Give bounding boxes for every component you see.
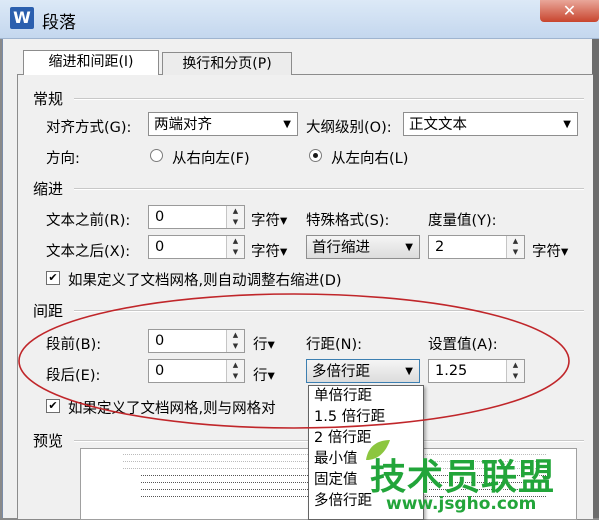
title-bar: W 段落 ✕	[0, 0, 599, 39]
app-logo-icon: W	[10, 7, 34, 29]
measure-stepper[interactable]: ▲ ▼	[506, 236, 524, 258]
ltr-label: 从左向右(L)	[331, 151, 409, 167]
rtl-radio[interactable]	[150, 149, 163, 162]
chevron-down-icon: ▼	[563, 119, 571, 130]
special-format-label: 特殊格式(S):	[306, 213, 390, 229]
dialog-title: 段落	[42, 13, 76, 33]
indent-before-input[interactable]: 0 ▲ ▼	[148, 205, 245, 229]
indent-after-input[interactable]: 0 ▲ ▼	[148, 235, 245, 259]
watermark: 技术员联盟 www.jsgho.com	[366, 440, 595, 518]
indent-after-value: 0	[155, 239, 165, 255]
outline-level-select[interactable]: 正文文本 ▼	[403, 112, 578, 136]
close-button[interactable]: ✕	[540, 0, 599, 22]
indent-before-label: 文本之前(R):	[46, 213, 131, 229]
measure-unit[interactable]: 字符▾	[532, 240, 568, 261]
annotation-ellipse	[18, 293, 570, 429]
checkmark-icon: ✔	[48, 271, 58, 284]
indent-divider	[74, 188, 584, 190]
annotation-ellipse-stroke	[18, 293, 570, 429]
indent-before-unit[interactable]: 字符▾	[251, 209, 287, 230]
outline-level-label: 大纲级别(O):	[306, 120, 392, 136]
indent-after-stepper[interactable]: ▲ ▼	[226, 236, 244, 258]
measure-label: 度量值(Y):	[428, 213, 497, 229]
chevron-down-icon: ▼	[283, 119, 291, 130]
watermark-url: www.jsgho.com	[386, 494, 537, 514]
ltr-radio[interactable]	[309, 149, 322, 162]
chevron-down-icon: ▼	[405, 242, 413, 253]
indent-before-stepper[interactable]: ▲ ▼	[226, 206, 244, 228]
background-strip	[592, 39, 599, 518]
rtl-label: 从右向左(F)	[172, 151, 250, 167]
special-format-select[interactable]: 首行缩进 ▼	[306, 235, 420, 259]
tab-indent-spacing[interactable]: 缩进和间距(I)	[23, 50, 159, 75]
measure-value: 2	[435, 239, 445, 255]
indent-section-title: 缩进	[33, 180, 64, 198]
auto-adjust-checkbox[interactable]: ✔	[46, 271, 60, 285]
alignment-label: 对齐方式(G):	[46, 120, 132, 136]
tab-line-page-break[interactable]: 换行和分页(P)	[162, 52, 292, 75]
outline-level-value: 正文文本	[409, 117, 467, 133]
indent-after-unit[interactable]: 字符▾	[251, 240, 287, 261]
general-section-title: 常规	[33, 90, 64, 108]
spin-down-icon[interactable]: ▼	[507, 247, 524, 258]
spin-down-icon[interactable]: ▼	[227, 247, 244, 258]
spin-up-icon[interactable]: ▲	[507, 236, 524, 247]
indent-after-label: 文本之后(X):	[46, 244, 131, 260]
alignment-value: 两端对齐	[154, 117, 212, 133]
spin-down-icon[interactable]: ▼	[227, 217, 244, 228]
direction-label: 方向:	[46, 151, 80, 167]
alignment-select[interactable]: 两端对齐 ▼	[148, 112, 298, 136]
measure-input[interactable]: 2 ▲ ▼	[428, 235, 525, 259]
spin-up-icon[interactable]: ▲	[227, 206, 244, 217]
auto-adjust-label: 如果定义了文档网格,则自动调整右缩进(D)	[68, 273, 342, 289]
preview-section-title: 预览	[33, 432, 64, 450]
indent-before-value: 0	[155, 209, 165, 225]
special-format-value: 首行缩进	[312, 240, 370, 256]
spin-up-icon[interactable]: ▲	[227, 236, 244, 247]
general-divider	[74, 98, 584, 100]
watermark-text: 技术员联盟	[370, 457, 556, 498]
